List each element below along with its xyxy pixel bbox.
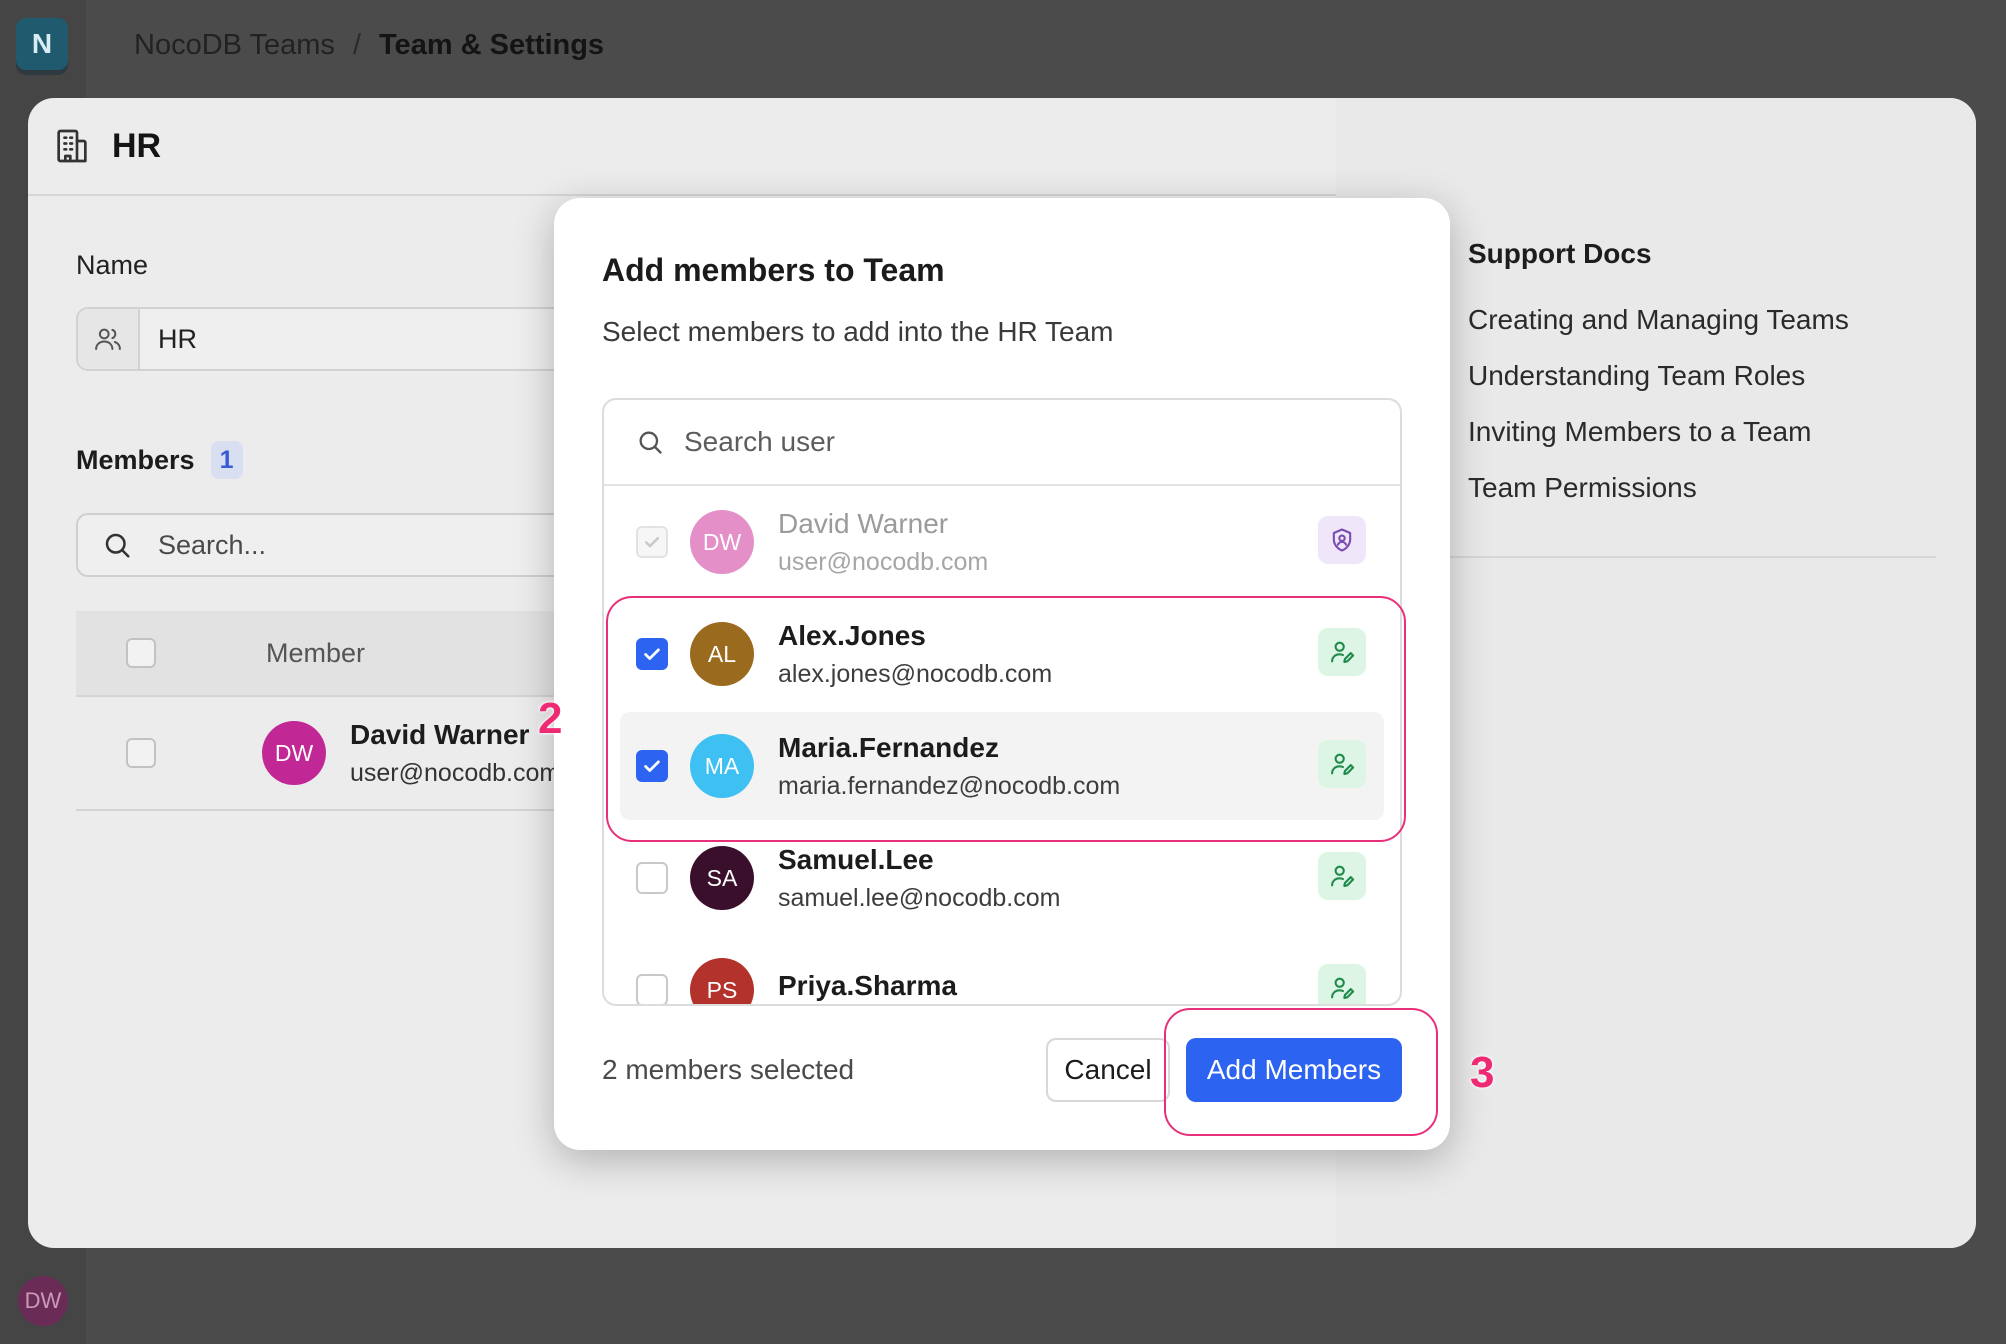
breadcrumb-current: Team & Settings [379,28,605,61]
breadcrumb: NocoDB Teams / Team & Settings [86,0,2006,90]
user-checkbox[interactable] [636,974,668,1004]
user-email: samuel.lee@nocodb.com [778,883,1061,912]
member-search-input[interactable]: Search... [76,513,636,577]
column-member: Member [266,637,366,668]
user-row-david-warner: DW David Warner user@nocodb.com [620,488,1384,596]
add-members-dialog: Add members to Team Select members to ad… [554,198,1450,1150]
team-title: HR [112,126,162,165]
team-name-field[interactable]: HR [76,307,636,371]
search-icon [105,533,130,558]
member-search-placeholder: Search... [158,529,267,560]
team-settings-pane: Name HR Members 1 Search... Member DW Da… [76,248,636,811]
user-name: David Warner [778,507,949,539]
annotation-step-2: 2 [538,694,563,743]
dialog-subtitle: Select members to add into the HR Team [602,316,1114,347]
member-email: user@nocodb.com [350,758,561,787]
nocodb-logo[interactable]: N [16,18,68,70]
breadcrumb-separator: / [352,28,361,61]
row-checkbox[interactable] [126,738,156,768]
user-checkbox-disabled [636,526,668,558]
user-name: Samuel.Lee [778,843,934,875]
user-avatar[interactable]: DW [18,1276,68,1326]
select-all-checkbox[interactable] [126,638,156,668]
name-label: Name [76,250,149,280]
search-icon [639,431,662,454]
support-docs-title: Support Docs [1468,238,1652,269]
member-name: David Warner [350,718,530,750]
user-email: alex.jones@nocodb.com [778,659,1053,688]
dialog-title: Add members to Team [602,252,945,288]
shield-user-icon [1318,516,1366,564]
user-name: Priya.Sharma [778,970,957,1001]
members-heading: Members 1 [76,441,596,479]
user-row-priya-sharma[interactable]: PS Priya.Sharma [620,936,1384,1004]
members-table-header: Member [76,611,636,697]
members-count-badge: 1 [210,441,243,479]
user-row-samuel-lee[interactable]: SA Samuel.Lee samuel.lee@nocodb.com [620,824,1384,932]
user-row-maria-fernandez[interactable]: MA Maria.Fernandez maria.fernandez@nocod… [620,712,1384,820]
user-row-alex-jones[interactable]: AL Alex.Jones alex.jones@nocodb.com [620,600,1384,708]
users-icon [78,309,140,369]
check-icon [644,537,660,548]
user-name: Maria.Fernandez [778,731,999,763]
avatar: DW [262,721,326,785]
doc-link-creating-teams[interactable]: Creating and Managing Teams [1468,292,1849,348]
breadcrumb-root[interactable]: NocoDB Teams [134,29,335,62]
building-icon [57,129,87,163]
check-icon [644,760,660,772]
members-label: Members [76,444,195,475]
user-edit-icon [1318,628,1366,676]
user-search-placeholder: Search user [684,426,835,457]
cancel-button[interactable]: Cancel [1046,1038,1170,1102]
doc-link-team-roles[interactable]: Understanding Team Roles [1468,348,1849,404]
annotation-step-3: 3 [1470,1048,1495,1097]
check-icon [644,648,660,660]
avatar: PS [690,958,754,1004]
user-edit-icon [1318,852,1366,900]
user-search-input[interactable]: Search user [604,400,1400,486]
avatar: MA [690,734,754,798]
doc-link-team-permissions[interactable]: Team Permissions [1468,460,1849,516]
add-members-button[interactable]: Add Members [1186,1038,1402,1102]
team-name-value: HR [158,323,197,354]
avatar: SA [690,846,754,910]
user-picker: Search user DW David Warner user@nocodb.… [602,398,1402,1006]
divider [1436,556,1936,558]
user-name: Alex.Jones [778,619,926,651]
user-email: maria.fernandez@nocodb.com [778,771,1121,800]
doc-link-inviting-members[interactable]: Inviting Members to a Team [1468,404,1849,460]
avatar: DW [690,510,754,574]
avatar: AL [690,622,754,686]
selected-count: 2 members selected [602,1054,855,1085]
user-checkbox-checked[interactable] [636,750,668,782]
user-edit-icon [1318,964,1366,1004]
user-checkbox-checked[interactable] [636,638,668,670]
user-checkbox[interactable] [636,862,668,894]
user-email: user@nocodb.com [778,547,989,576]
user-edit-icon [1318,740,1366,788]
user-list: DW David Warner user@nocodb.com AL Alex.… [604,486,1400,1004]
